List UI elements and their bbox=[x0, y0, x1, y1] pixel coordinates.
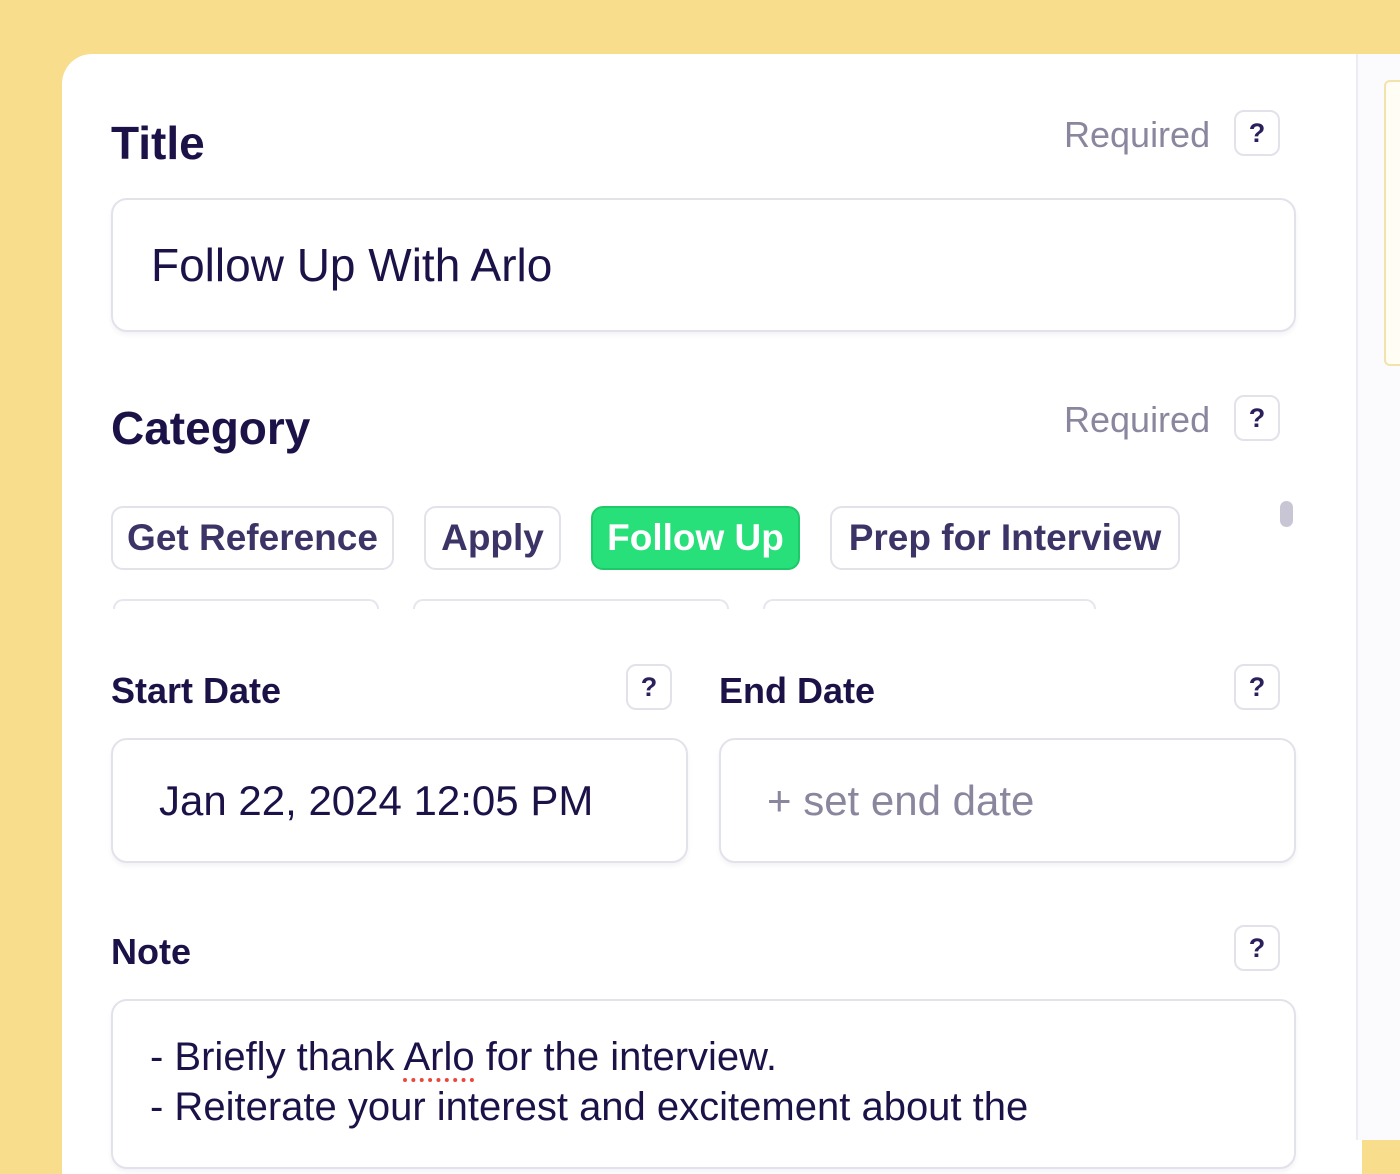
start-date-help-icon[interactable]: ? bbox=[626, 664, 672, 710]
category-help-icon[interactable]: ? bbox=[1234, 395, 1280, 441]
category-chip-get-reference[interactable]: Get Reference bbox=[111, 506, 394, 570]
note-line-2: - Reiterate your interest and excitement… bbox=[150, 1085, 1029, 1129]
category-chip-partial[interactable] bbox=[413, 599, 729, 609]
title-required-text: Required bbox=[1064, 114, 1211, 155]
category-scrollbar-thumb[interactable] bbox=[1280, 501, 1293, 527]
category-label: Category bbox=[111, 402, 311, 454]
title-input-value: Follow Up With Arlo bbox=[151, 239, 553, 291]
title-input[interactable]: Follow Up With Arlo bbox=[111, 198, 1296, 332]
category-required-text: Required bbox=[1064, 399, 1211, 440]
start-date-value: Jan 22, 2024 12:05 PM bbox=[159, 776, 594, 824]
end-date-label: End Date bbox=[719, 670, 876, 711]
title-label: Title bbox=[111, 117, 205, 169]
start-date-input[interactable]: Jan 22, 2024 12:05 PM bbox=[111, 738, 688, 863]
category-chip-partial[interactable] bbox=[113, 599, 379, 609]
start-date-label: Start Date bbox=[111, 670, 282, 711]
note-line-1-start: - Briefly thank bbox=[150, 1035, 404, 1079]
end-date-help-icon[interactable]: ? bbox=[1234, 664, 1280, 710]
side-panel-edge bbox=[1356, 54, 1400, 1140]
note-label: Note bbox=[111, 931, 191, 972]
note-textarea[interactable] bbox=[111, 999, 1296, 1169]
end-date-input[interactable]: + set end date bbox=[719, 738, 1296, 863]
title-help-icon[interactable]: ? bbox=[1234, 110, 1280, 156]
note-line-1-end: for the interview. bbox=[474, 1035, 777, 1079]
category-chip-apply[interactable]: Apply bbox=[424, 506, 561, 570]
category-chip-partial[interactable] bbox=[763, 599, 1096, 609]
note-line-1: - Briefly thank Arlo for the interview. bbox=[150, 1035, 777, 1080]
end-date-placeholder: + set end date bbox=[767, 776, 1035, 824]
category-chip-prep-for-interview[interactable]: Prep for Interview bbox=[830, 506, 1180, 570]
category-chip-follow-up[interactable]: Follow Up bbox=[591, 506, 800, 570]
spellcheck-flagged-word: Arlo bbox=[403, 1035, 475, 1079]
note-help-icon[interactable]: ? bbox=[1234, 925, 1280, 971]
side-panel-card-peek bbox=[1384, 80, 1400, 366]
